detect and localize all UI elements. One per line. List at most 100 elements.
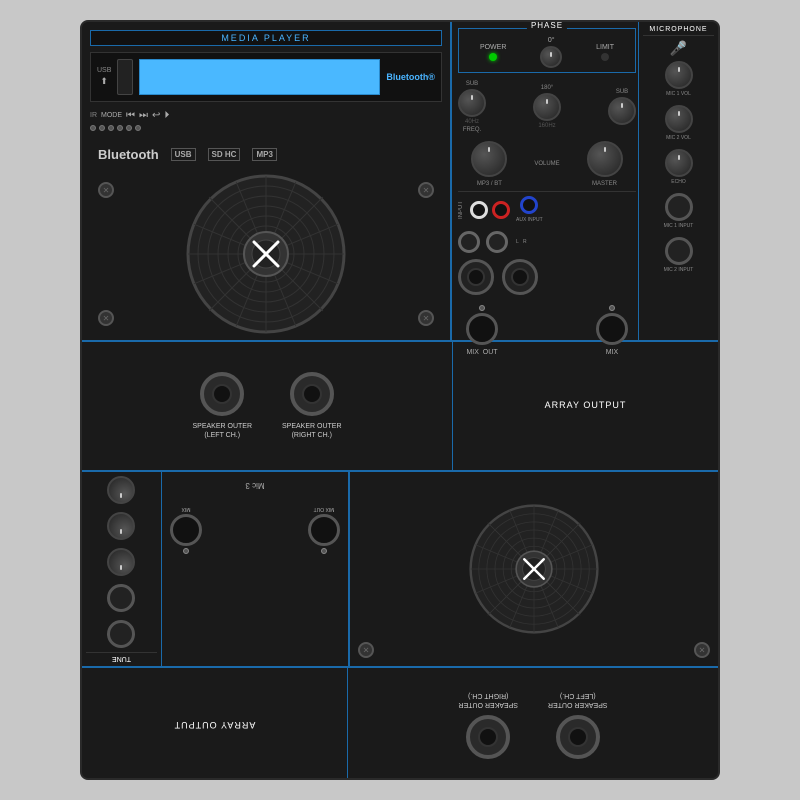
bottom-speaker-right-item: SPEAKER OUTER(RIGHT CH.) (458, 691, 518, 759)
brand-logos: Bluetooth USB SD HC MP3 (90, 147, 442, 162)
limit-indicator: LIMIT (596, 44, 614, 61)
usb-brand: USB (171, 148, 196, 161)
device-panel: MEDIA PLAYER USB ⬆ Bluetooth® IR MODE ⏮ … (80, 20, 720, 780)
phase-row: POWER 0° LIMIT (463, 37, 631, 68)
master-control: MASTER (587, 141, 623, 187)
bottom-mic-jack1 (108, 620, 136, 648)
play-btn[interactable]: ⏵ (164, 110, 169, 121)
quarter-jack-l[interactable] (458, 231, 480, 253)
echo-label: ECHO (671, 179, 685, 185)
master-label: MASTER (592, 181, 617, 187)
speaker-outer-right: SPEAKER OUTER (RIGHT CH.) (282, 372, 342, 440)
bottom-speaker-left: SPEAKER OUTER(LEFT CH.) SPEAKER OUTER(RI… (348, 668, 718, 780)
media-player-body: USB ⬆ Bluetooth® (90, 52, 442, 102)
xlr-combo-l[interactable] (458, 259, 494, 295)
aux-label: AUX INPUT (516, 217, 543, 223)
mic1-input-jack[interactable] (665, 193, 693, 221)
bottom-fan-controls: ✕ ✕ (82, 472, 718, 666)
sub-right-knob[interactable] (608, 97, 636, 125)
sub-left: SUB 40Hz FREQ. (458, 81, 486, 133)
mic2-input-jack[interactable] (665, 237, 693, 265)
mp3-bt-knob[interactable] (471, 141, 507, 177)
ir-label: IR (90, 112, 97, 119)
dot4 (117, 125, 123, 131)
bottom-screw-tl: ✕ (694, 642, 710, 658)
mix-jack-r[interactable] (596, 313, 628, 345)
zero-phase: 0° (540, 37, 562, 68)
echo-knob[interactable] (665, 149, 693, 177)
sub-left-knob[interactable] (458, 89, 486, 117)
mp3-bt-label: MP3 / BT (477, 181, 502, 187)
bottom-mix-row: MIX OUT MIX (168, 504, 342, 556)
fan-grille (186, 174, 346, 334)
freq-label: FREQ. (463, 127, 481, 133)
phase180-knob[interactable] (533, 93, 561, 121)
rca-group (470, 201, 510, 219)
mic1-input-label: MIC 1 INPUT (664, 223, 694, 229)
lr-label: L R (516, 239, 527, 245)
volume-label-area: VOLUME (534, 161, 559, 167)
aux-input[interactable] (520, 196, 538, 214)
repeat-btn[interactable]: ↩ (152, 110, 160, 121)
input-label: INPUT (458, 201, 464, 219)
master-knob[interactable] (587, 141, 623, 177)
lcd-display (139, 59, 380, 95)
prev-btn[interactable]: ⏮ (126, 110, 135, 121)
quarter-jack-r[interactable] (486, 231, 508, 253)
next-btn[interactable]: ⏭ (139, 110, 148, 121)
echo-control: ECHO (643, 149, 714, 185)
speaker-left-label: SPEAKER OUTER (LEFT CH.) (192, 422, 252, 440)
rca-row (470, 201, 510, 219)
bottom-speaker-section: SPEAKER OUTER(LEFT CH.) SPEAKER OUTER(RI… (82, 666, 718, 780)
sd-brand: SD HC (208, 148, 241, 161)
bluetooth-badge: Bluetooth® (386, 72, 435, 82)
mp3-brand: MP3 (252, 148, 276, 161)
mic3-label-area: Mic 3 (168, 478, 342, 500)
top-section: MEDIA PLAYER USB ⬆ Bluetooth® IR MODE ⏮ … (82, 22, 718, 342)
mic2-vol-control: MIC 2 VOL (643, 105, 714, 141)
ir-controls: IR MODE ⏮ ⏭ ↩ ⏵ (90, 110, 442, 121)
sub-left-label: SUB (466, 81, 478, 87)
middle-section: SPEAKER OUTER (LEFT CH.) SPEAKER OUTER (… (82, 342, 718, 472)
vol-label: VOLUME (534, 161, 559, 167)
phase180-control: 180° 160Hz (533, 85, 561, 129)
dots-row (90, 125, 442, 131)
speaker-jack-right[interactable] (290, 372, 334, 416)
bottom-mix-r: MIX (170, 506, 202, 554)
power-indicator: POWER (480, 44, 506, 61)
controls-panel: PHASE POWER 0° LIMIT (452, 22, 642, 340)
mix-dot-r (609, 305, 615, 311)
xlr-combo-r[interactable] (502, 259, 538, 295)
mic3-label: Mic 3 (245, 481, 264, 490)
dot3 (108, 125, 114, 131)
bottom-speaker-jack-r (466, 715, 510, 759)
aux-group: AUX INPUT (516, 196, 543, 223)
speaker-jack-left[interactable] (200, 372, 244, 416)
mic2-vol-knob[interactable] (665, 105, 693, 133)
mic1-input-control: MIC 1 INPUT (643, 193, 714, 229)
mic1-vol-label: MIC 1 VOL (666, 91, 691, 97)
bottom-right-controls: MIX OUT MIX Mic 3 TUNE (82, 472, 348, 666)
mic1-vol-control: MIC 1 VOL (643, 61, 714, 97)
bottom-mic-section: TUNE (82, 472, 162, 666)
phase180-label: 180° (541, 85, 553, 91)
phase-section: PHASE POWER 0° LIMIT (458, 28, 636, 73)
volume-row: MP3 / BT VOLUME MASTER (458, 137, 636, 191)
mic1-vol-knob[interactable] (665, 61, 693, 89)
zero-knob[interactable] (540, 46, 562, 68)
input-section: INPUT AUX INPUT (458, 191, 636, 227)
rca-left[interactable] (470, 201, 488, 219)
dot6 (135, 125, 141, 131)
speaker-right-label: SPEAKER OUTER (RIGHT CH.) (282, 422, 342, 440)
bottom-screw-tr: ✕ (358, 642, 374, 658)
dot2 (99, 125, 105, 131)
mic2-input-control: MIC 2 INPUT (643, 237, 714, 273)
mix-jack-l[interactable] (466, 313, 498, 345)
dot1 (90, 125, 96, 131)
usb-icon: USB ⬆ (97, 67, 111, 86)
mic-symbol-icon: 🎤 (643, 40, 714, 57)
mic-section: MICROPHONE 🎤 MIC 1 VOL MIC 2 VOL (638, 22, 718, 342)
quarter-jacks (458, 231, 508, 253)
speaker-jack-right-inner (302, 384, 322, 404)
rca-right[interactable] (492, 201, 510, 219)
